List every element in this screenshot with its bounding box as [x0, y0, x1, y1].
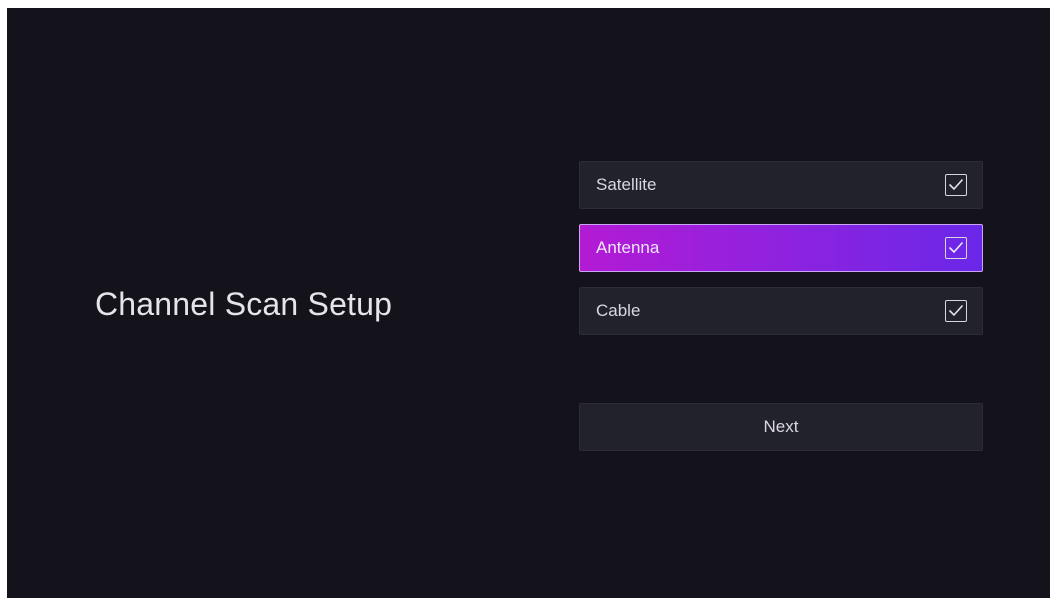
- tv-setup-screen: Channel Scan Setup Satellite Antenna Cab…: [7, 8, 1050, 598]
- option-label: Cable: [596, 301, 641, 320]
- option-label: Satellite: [596, 175, 657, 194]
- option-cable[interactable]: Cable: [579, 287, 983, 335]
- page-title: Channel Scan Setup: [95, 286, 393, 322]
- option-satellite[interactable]: Satellite: [579, 161, 983, 209]
- checkbox-checked-icon[interactable]: [945, 300, 967, 322]
- option-label: Antenna: [596, 238, 660, 257]
- checkbox-checked-icon[interactable]: [945, 237, 967, 259]
- option-antenna[interactable]: Antenna: [579, 224, 983, 272]
- next-button[interactable]: Next: [579, 403, 983, 451]
- next-button-label: Next: [763, 417, 799, 436]
- checkbox-checked-icon[interactable]: [945, 174, 967, 196]
